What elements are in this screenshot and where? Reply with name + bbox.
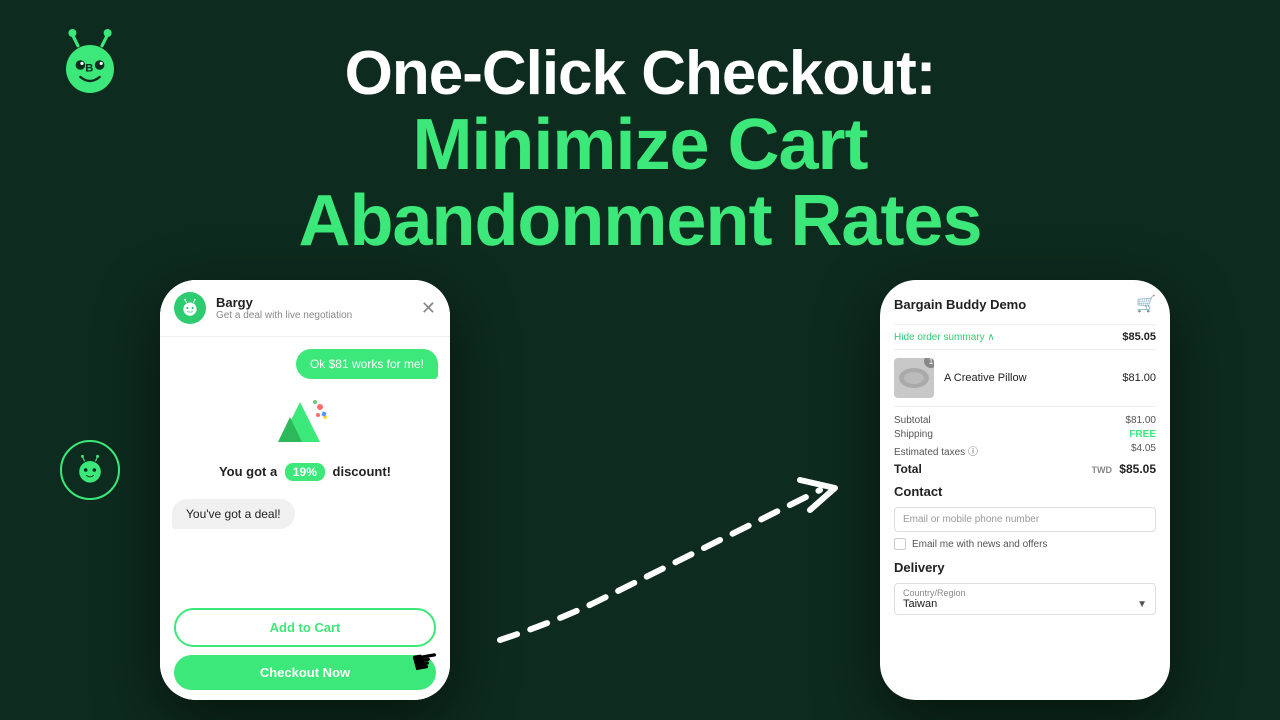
floating-bot-svg [72, 452, 108, 488]
discount-badge: 19% [285, 463, 325, 481]
left-phone: Bargy Get a deal with live negotiation ✕… [160, 280, 450, 700]
headline-line3: Abandonment Rates [0, 184, 1280, 260]
chevron-down-icon: ▼ [1137, 599, 1147, 610]
you-got-deal-bubble: You've got a deal! [172, 499, 295, 529]
right-phone-container: Bargain Buddy Demo 🛒 Hide order summary … [880, 280, 1180, 710]
store-name: Bargain Buddy Demo [894, 297, 1026, 312]
left-phone-inner: Bargy Get a deal with live negotiation ✕… [160, 280, 450, 700]
subtotal-row: Subtotal $81.00 [894, 415, 1156, 426]
total-row: Total TWD $85.05 [894, 462, 1156, 476]
right-phone: Bargain Buddy Demo 🛒 Hide order summary … [880, 280, 1170, 700]
dashed-arrow [480, 440, 860, 680]
contact-label: Contact [894, 484, 1156, 499]
checkout-now-button[interactable]: Checkout Now [174, 655, 436, 690]
chat-avatar [174, 292, 206, 324]
email-offers-label: Email me with news and offers [912, 539, 1047, 550]
add-to-cart-button[interactable]: Add to Cart [174, 608, 436, 647]
deal-content: You got a 19% discount! [172, 389, 438, 489]
right-phone-inner: Bargain Buddy Demo 🛒 Hide order summary … [880, 280, 1170, 700]
mountain-celebration-icon [270, 397, 330, 447]
price-rows: Subtotal $81.00 Shipping FREE Estimated … [894, 406, 1156, 476]
delivery-label: Delivery [894, 560, 1156, 575]
order-item: 1 A Creative Pillow $81.00 [894, 358, 1156, 398]
taxes-row: Estimated taxes ⓘ $4.05 [894, 443, 1156, 458]
chat-popup: Bargy Get a deal with live negotiation ✕… [160, 280, 450, 700]
avatar-bot-icon [179, 297, 201, 319]
order-summary-total: $85.05 [1122, 331, 1156, 343]
order-summary-label: Hide order summary ∧ [894, 332, 995, 343]
cart-icon: 🛒 [1136, 294, 1156, 314]
deal-discount-text: You got a 19% discount! [219, 463, 391, 481]
email-offers-checkbox[interactable] [894, 538, 906, 550]
country-value-row: Taiwan ▼ [903, 598, 1147, 610]
country-label: Country/Region [903, 588, 1147, 598]
floating-bot-icon [60, 440, 120, 500]
headline-line1: One-Click Checkout: [0, 40, 1280, 108]
headline-container: One-Click Checkout: Minimize Cart Abando… [0, 20, 1280, 259]
store-name-row: Bargain Buddy Demo 🛒 [894, 294, 1156, 314]
shipping-row: Shipping FREE [894, 429, 1156, 440]
country-select-wrapper[interactable]: Country/Region Taiwan ▼ [894, 583, 1156, 615]
order-summary-toggle[interactable]: Hide order summary ∧ $85.05 [894, 324, 1156, 350]
chat-actions: Add to Cart Checkout Now [160, 598, 450, 700]
close-icon[interactable]: ✕ [421, 298, 436, 319]
email-field[interactable]: Email or mobile phone number [894, 507, 1156, 532]
deal-celebration-image [270, 397, 340, 457]
chat-header: Bargy Get a deal with live negotiation ✕ [160, 280, 450, 337]
total-currency: TWD [1091, 465, 1112, 475]
product-name: A Creative Pillow [944, 372, 1112, 384]
delivery-section: Delivery Country/Region Taiwan ▼ [894, 560, 1156, 615]
headline-line2: Minimize Cart [0, 108, 1280, 184]
chat-header-text: Bargy Get a deal with live negotiation [216, 295, 421, 321]
chat-body: Ok $81 works for me! [160, 337, 450, 598]
chat-message-bubble: Ok $81 works for me! [296, 349, 438, 379]
chat-title: Bargy [216, 295, 421, 310]
checkout-content: Bargain Buddy Demo 🛒 Hide order summary … [880, 280, 1170, 700]
country-value: Taiwan [903, 598, 937, 610]
chat-subtitle: Get a deal with live negotiation [216, 310, 421, 321]
product-thumbnail: 1 [894, 358, 934, 398]
email-offers-row: Email me with news and offers [894, 538, 1156, 550]
left-phone-container: Bargy Get a deal with live negotiation ✕… [160, 280, 460, 710]
product-price: $81.00 [1122, 372, 1156, 384]
